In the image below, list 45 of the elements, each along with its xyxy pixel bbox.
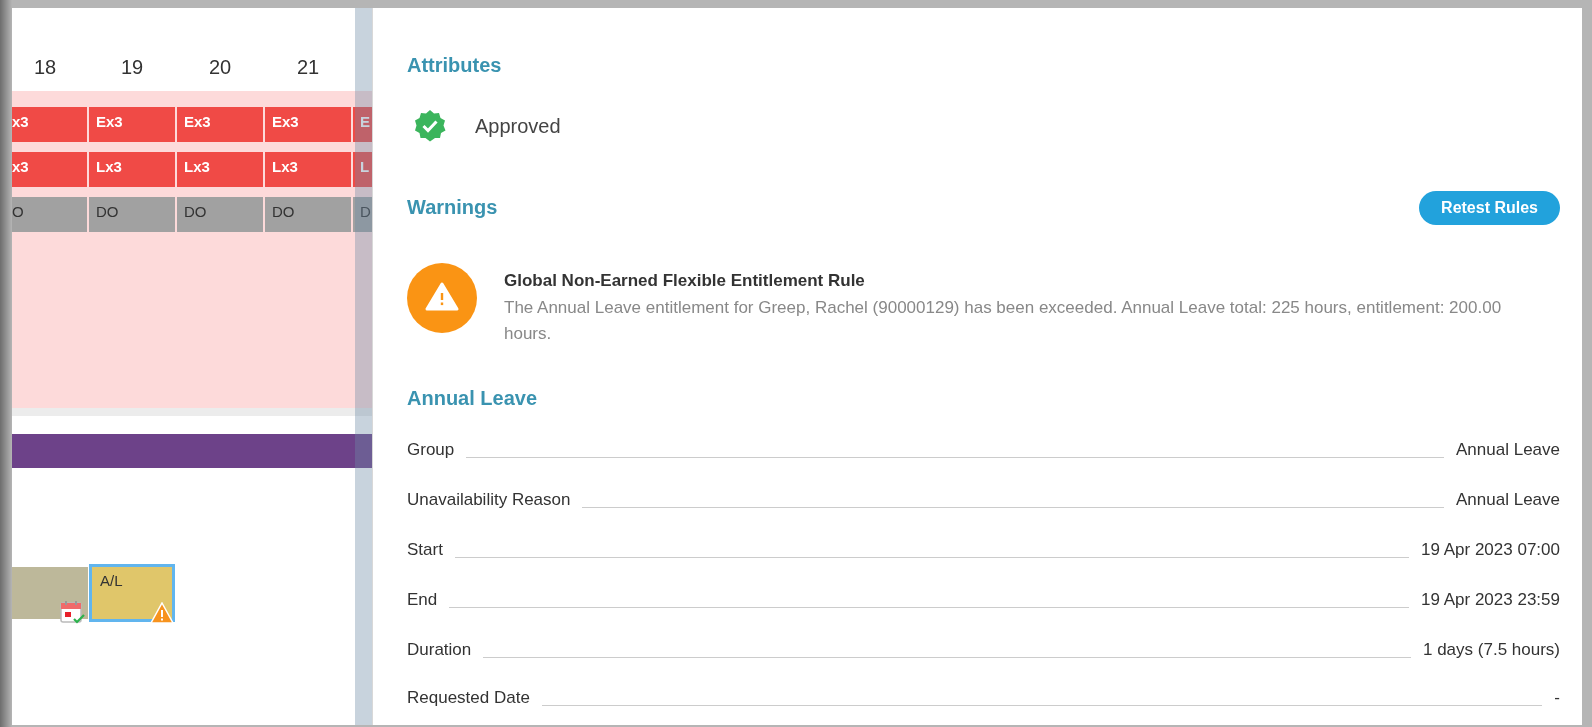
warning-icon: [150, 602, 174, 624]
shift-block[interactable]: DO: [177, 197, 263, 232]
shift-block[interactable]: Ex3: [177, 107, 263, 142]
shift-block[interactable]: E: [353, 107, 372, 142]
shift-block[interactable]: [12, 567, 88, 619]
retest-rules-button[interactable]: Retest Rules: [1419, 191, 1560, 225]
shift-block[interactable]: x3: [12, 152, 87, 187]
shift-block[interactable]: x3: [12, 107, 87, 142]
field-value: 1 days (7.5 hours): [1423, 640, 1560, 660]
day-number: 20: [207, 56, 233, 80]
leave-block[interactable]: A/L: [89, 564, 175, 622]
shift-block[interactable]: Lx3: [265, 152, 351, 187]
field-label: Requested Date: [407, 688, 530, 708]
warning-message: The Annual Leave entitlement for Greep, Rachel (90000129) has been exceeded. Annual Leave total: 225 hours, entitlement: 200.00 hours.: [504, 297, 1503, 345]
warning-icon: [407, 263, 477, 333]
approved-badge-icon: [413, 109, 447, 143]
shift-block[interactable]: Ex3: [265, 107, 351, 142]
field-label: Unavailability Reason: [407, 490, 571, 510]
status-text: Approved: [475, 114, 561, 138]
day-number: 18: [33, 56, 58, 80]
shift-block[interactable]: D: [353, 197, 372, 232]
day-number: 21: [295, 56, 321, 80]
calendar-check-icon[interactable]: [60, 600, 86, 626]
shift-block[interactable]: DO: [89, 197, 175, 232]
field-label: End: [407, 590, 438, 610]
section-heading: Warnings: [407, 196, 498, 219]
field-value: Annual Leave: [1456, 490, 1560, 510]
warning-title: Global Non-Earned Flexible Entitlement Rule: [504, 271, 866, 291]
field-value: -: [1554, 688, 1560, 708]
section-heading: Annual Leave: [407, 387, 539, 410]
field-label: Start: [407, 540, 443, 560]
day-number: 19: [119, 56, 145, 80]
field-value: 19 Apr 2023 07:00: [1421, 540, 1560, 560]
shift-block[interactable]: Ex3: [89, 107, 175, 142]
splitter[interactable]: [355, 8, 372, 725]
field-value: Annual Leave: [1456, 440, 1560, 460]
shift-block[interactable]: L: [353, 152, 372, 187]
field-label: Group: [407, 440, 455, 460]
shift-block[interactable]: O: [12, 197, 87, 232]
shift-block[interactable]: Lx3: [177, 152, 263, 187]
shift-block[interactable]: Lx3: [89, 152, 175, 187]
field-label: Duration: [407, 640, 472, 660]
section-heading: Attributes: [407, 54, 503, 77]
field-value: 19 Apr 2023 23:59: [1421, 590, 1560, 610]
shift-block[interactable]: DO: [265, 197, 351, 232]
